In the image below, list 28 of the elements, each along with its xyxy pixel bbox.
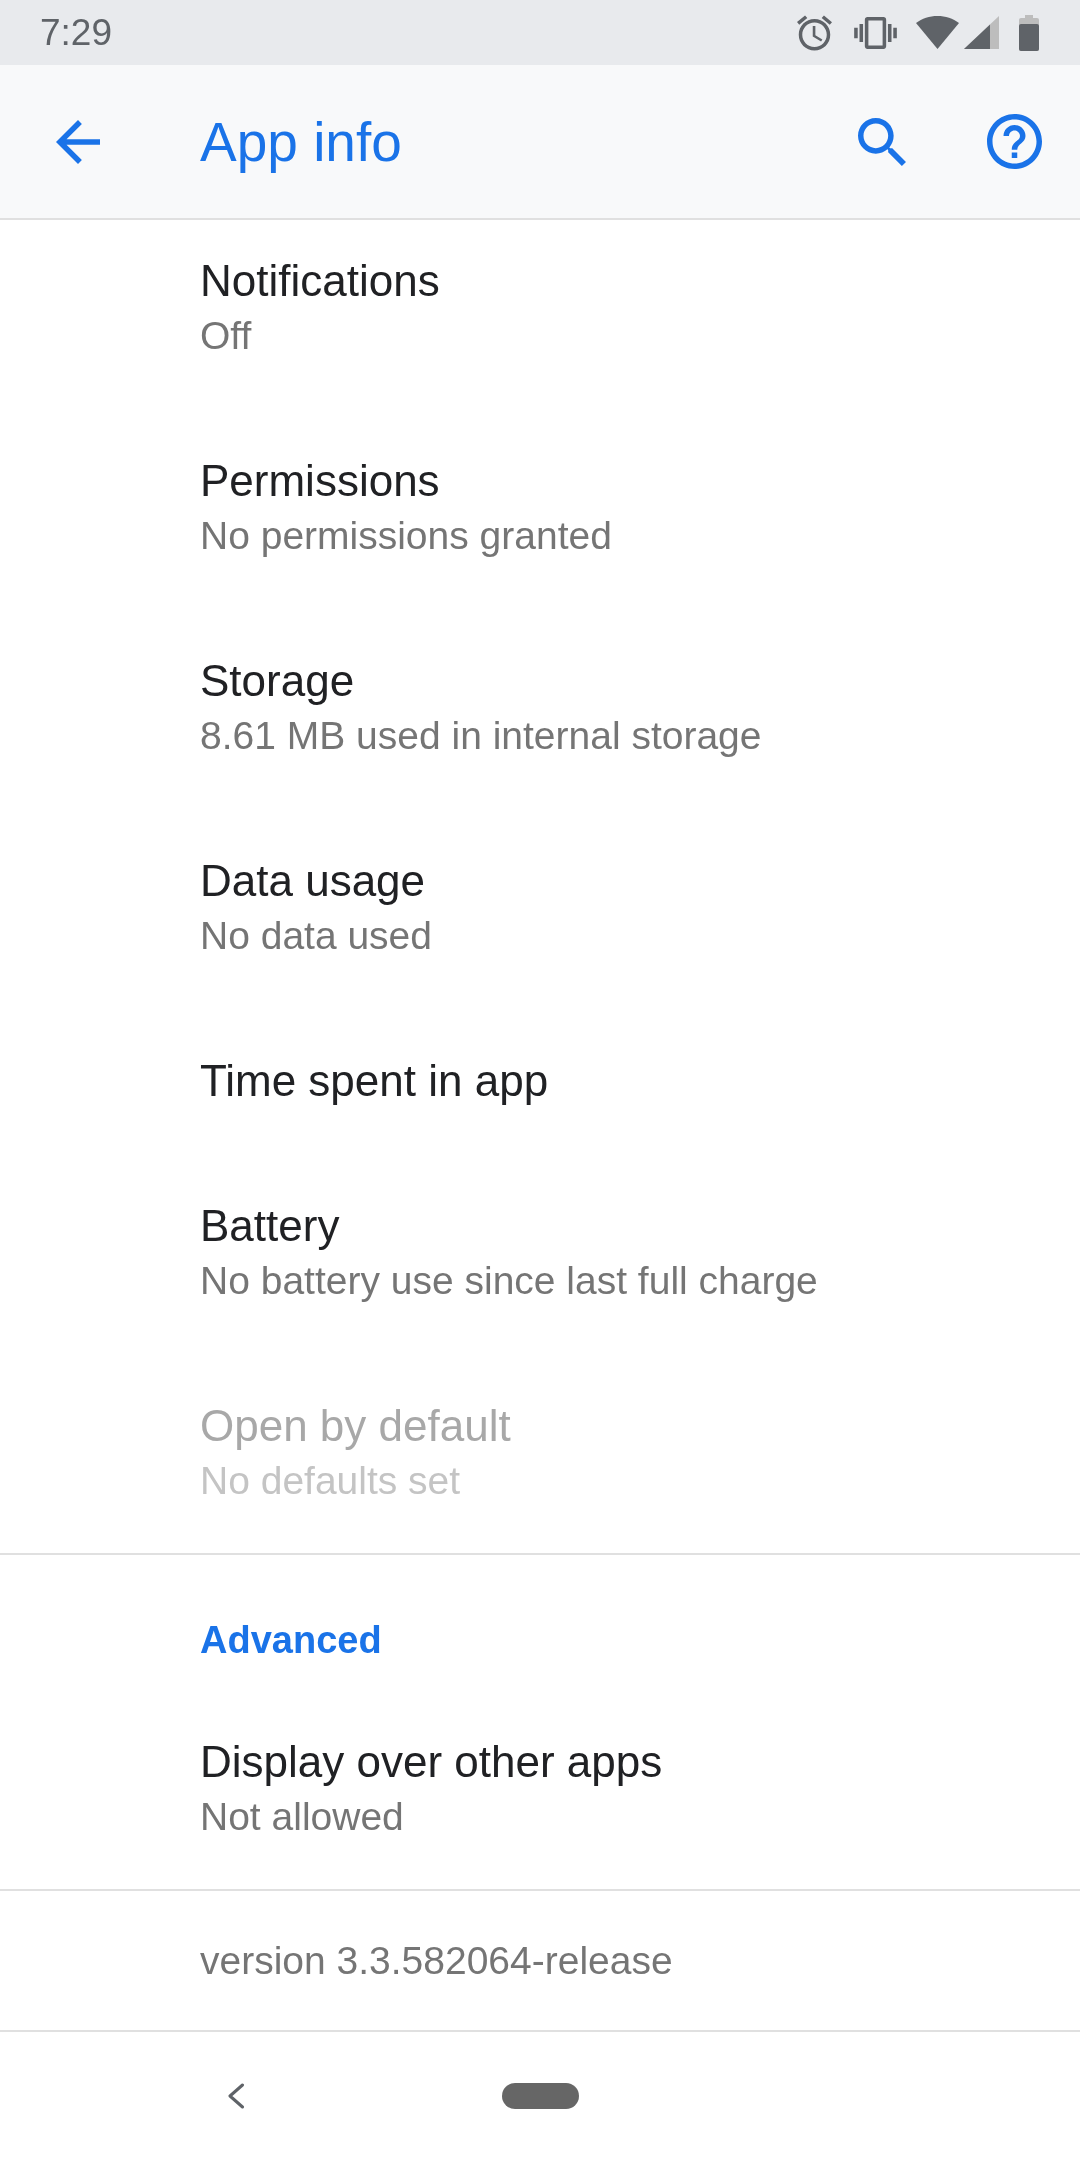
status-time: 7:29 bbox=[40, 14, 112, 51]
setting-title[interactable]: Time spent in app bbox=[200, 1053, 549, 1108]
setting-title[interactable]: Battery bbox=[200, 1198, 340, 1253]
setting-summary: Off bbox=[200, 313, 252, 359]
setting-summary: No battery use since last full charge bbox=[200, 1258, 818, 1304]
setting-summary: No permissions granted bbox=[200, 513, 612, 559]
help-icon[interactable] bbox=[987, 114, 1042, 169]
setting-title[interactable]: Permissions bbox=[200, 453, 440, 508]
setting-summary: Not allowed bbox=[200, 1794, 404, 1840]
app-bar-title: App info bbox=[200, 109, 402, 174]
back-arrow-icon[interactable] bbox=[56, 119, 100, 164]
signal-icon bbox=[964, 16, 999, 49]
setting-title[interactable]: Storage bbox=[200, 653, 355, 708]
setting-title[interactable]: Data usage bbox=[200, 853, 426, 908]
wifi-icon bbox=[916, 16, 959, 49]
search-icon[interactable] bbox=[858, 117, 906, 166]
setting-title[interactable]: Display over other apps bbox=[200, 1734, 663, 1789]
section-header: Advanced bbox=[200, 1618, 382, 1663]
home-button[interactable] bbox=[502, 2083, 579, 2109]
setting-summary: No data used bbox=[200, 913, 432, 959]
version-text: version 3.3.582064-release bbox=[200, 1937, 673, 1984]
battery-icon bbox=[1019, 14, 1039, 51]
setting-summary: No defaults set bbox=[200, 1458, 461, 1504]
vibrate-icon bbox=[854, 16, 897, 49]
setting-title[interactable]: Notifications bbox=[200, 253, 440, 308]
alarm-clock-icon bbox=[797, 14, 832, 51]
setting-summary: 8.61 MB used in internal storage bbox=[200, 713, 762, 759]
back-icon[interactable] bbox=[227, 2083, 245, 2109]
